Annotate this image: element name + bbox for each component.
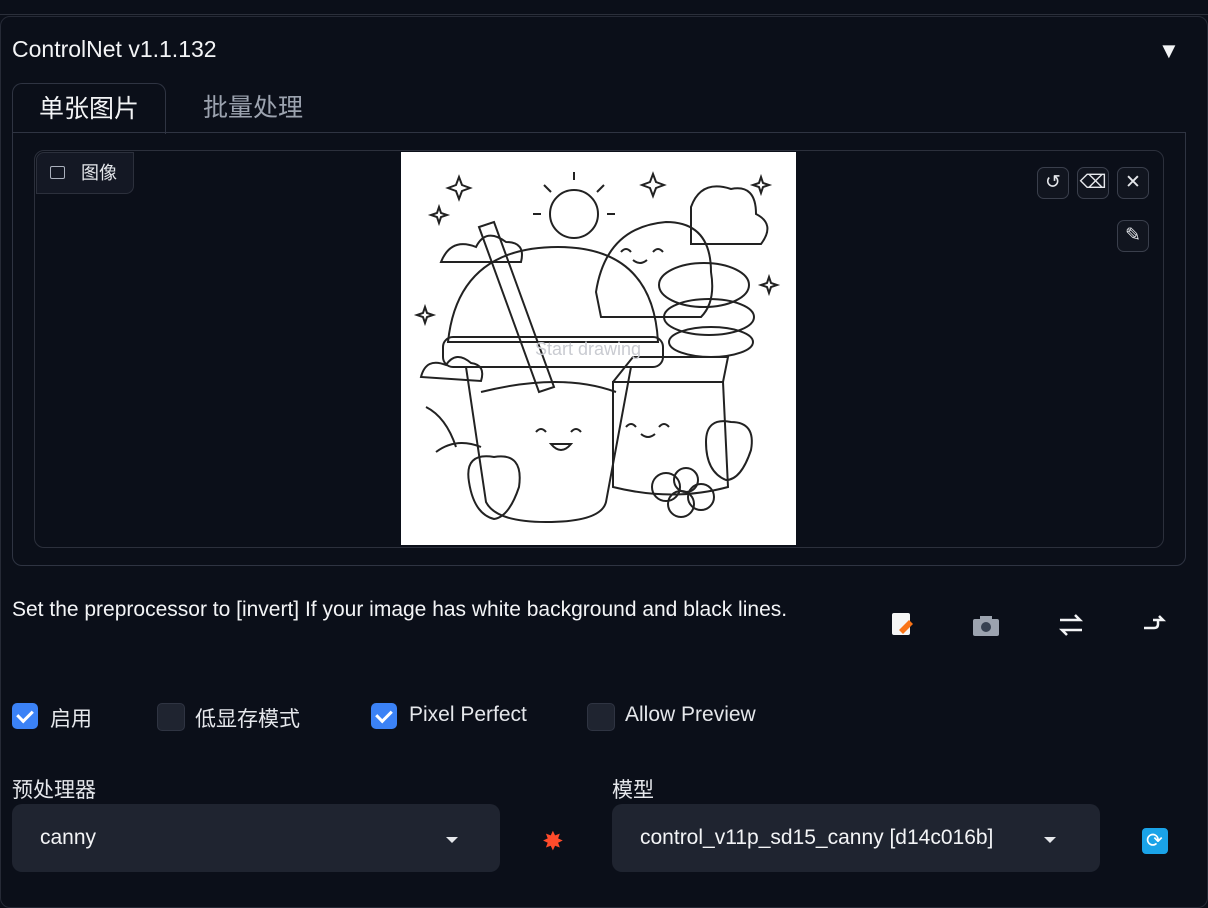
brush-icon[interactable]: ✎ [1117,220,1149,252]
preprocessor-dropdown[interactable]: canny [12,804,500,872]
checkbox-box[interactable] [12,703,38,729]
model-label: 模型 [612,779,654,802]
checkbox-box[interactable] [157,703,185,731]
swap-icon[interactable] [1054,608,1088,642]
tab-batch[interactable]: 批量处理 [177,83,329,133]
eraser-icon[interactable]: ⌫ [1077,167,1109,199]
refresh-models-icon[interactable] [1142,828,1168,854]
panel-title: ControlNet v1.1.132 [12,36,217,62]
preprocessor-hint: Set the preprocessor to [invert] If your… [12,598,788,621]
chevron-down-icon [446,837,458,843]
tab-bar: 单张图片 批量处理 [12,83,1184,134]
collapse-toggle-icon[interactable]: ▼ [1158,38,1180,64]
top-divider [0,0,1208,15]
canvas-placeholder: Start drawing [535,339,642,359]
drawing-canvas[interactable]: Start drawing [401,152,796,545]
image-icon [50,166,65,179]
close-icon[interactable]: ✕ [1117,167,1149,199]
model-dropdown[interactable]: control_v11p_sd15_canny [d14c016b] [612,804,1100,872]
chevron-down-icon [1044,837,1056,843]
image-label-badge: 图像 [36,152,134,194]
checkbox-box[interactable] [371,703,397,729]
run-preprocessor-icon[interactable]: ✸ [542,826,564,857]
image-label: 图像 [81,163,117,183]
checkbox-label: Allow Preview [625,703,756,726]
checkbox-label: Pixel Perfect [409,703,527,726]
model-value: control_v11p_sd15_canny [d14c016b] [640,826,994,849]
preprocessor-label: 预处理器 [12,779,96,802]
preprocessor-value: canny [40,826,97,849]
undo-icon[interactable]: ↺ [1037,167,1069,199]
checkbox-label: 低显存模式 [195,708,300,731]
checkbox-label: 启用 [50,708,92,731]
new-canvas-icon[interactable] [885,608,919,642]
camera-icon[interactable] [969,608,1003,642]
send-dimensions-icon[interactable] [1140,608,1174,642]
tab-single-image[interactable]: 单张图片 [12,83,167,134]
checkbox-box[interactable] [587,703,615,731]
